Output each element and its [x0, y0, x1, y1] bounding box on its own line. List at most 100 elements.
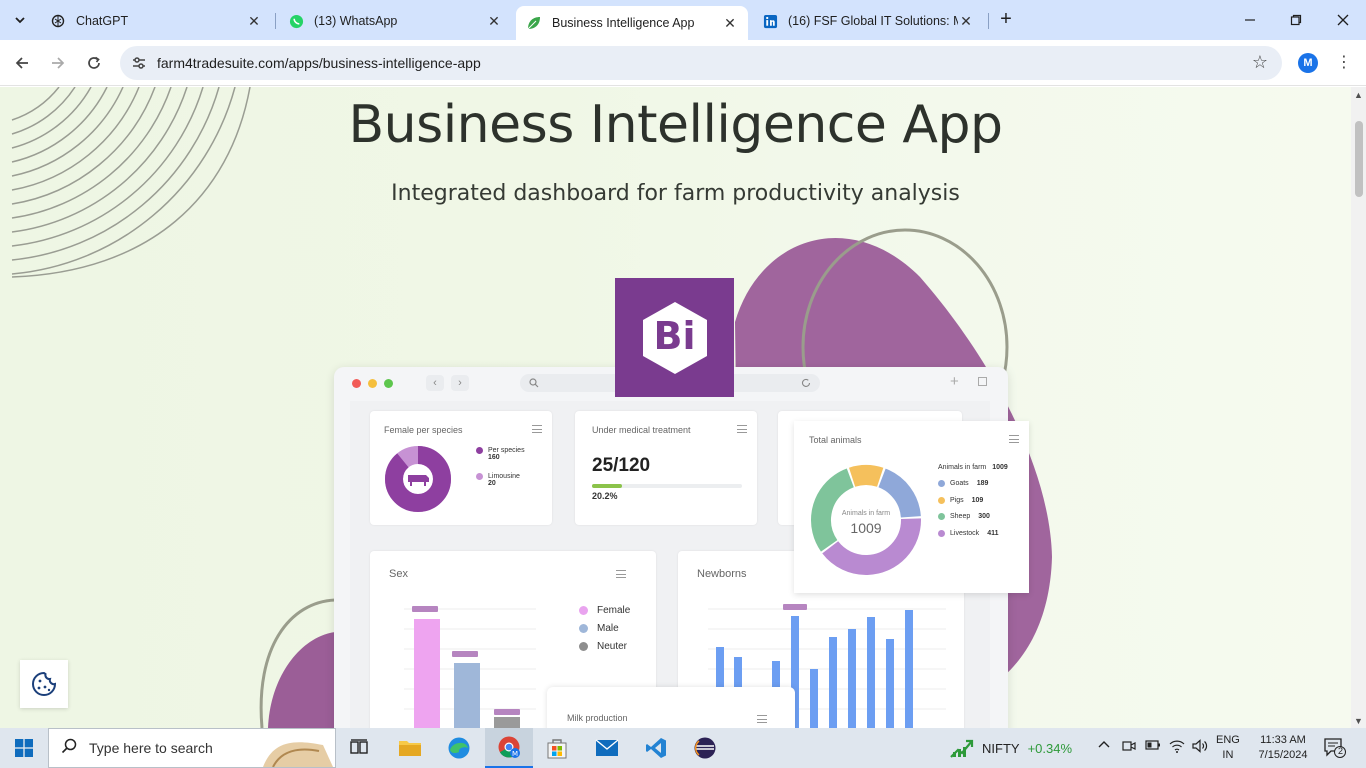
- scroll-thumb[interactable]: [1355, 121, 1363, 197]
- scroll-up-icon[interactable]: ▲: [1354, 90, 1363, 100]
- edge-button[interactable]: [435, 728, 483, 768]
- notification-center-button[interactable]: 2: [1324, 738, 1346, 758]
- edge-icon: [448, 737, 470, 759]
- card-title: Newborns: [697, 568, 747, 580]
- language-indicator[interactable]: ENG IN: [1216, 733, 1240, 763]
- tab-linkedin[interactable]: (16) FSF Global IT Solutions: My ✕: [752, 6, 984, 36]
- address-bar[interactable]: farm4tradesuite.com/apps/business-intell…: [120, 46, 1282, 80]
- profile-avatar[interactable]: M: [1298, 53, 1318, 73]
- browser-toolbar: farm4tradesuite.com/apps/business-intell…: [0, 40, 1366, 86]
- close-window-button[interactable]: [1333, 10, 1353, 30]
- scroll-down-icon[interactable]: ▼: [1354, 716, 1363, 726]
- url-text[interactable]: farm4tradesuite.com/apps/business-intell…: [157, 55, 481, 71]
- site-settings-icon[interactable]: [130, 54, 148, 72]
- file-explorer-button[interactable]: [386, 728, 434, 768]
- legend-swatch: [938, 496, 945, 504]
- tab-business-intelligence[interactable]: Business Intelligence App ✕: [516, 6, 748, 40]
- eclipse-icon: [694, 737, 716, 759]
- sex-bar-chart: [404, 606, 536, 728]
- bookmark-star-icon[interactable]: ☆: [1252, 52, 1268, 73]
- legend-label: Limousine: [488, 473, 520, 480]
- legend-value: 109: [971, 496, 984, 504]
- legend-value: 189: [976, 480, 989, 487]
- page-content: Business Intelligence App Integrated das…: [0, 87, 1351, 728]
- language-code: ENG: [1216, 734, 1240, 746]
- chevron-up-icon[interactable]: [1098, 739, 1110, 754]
- bar-male: [454, 663, 480, 728]
- arrow-right-icon: [52, 57, 65, 69]
- task-view-button[interactable]: [336, 728, 384, 768]
- ticker-change: +0.34%: [1027, 740, 1073, 756]
- battery-icon[interactable]: [1145, 739, 1161, 754]
- legend-label: Neuter: [597, 641, 628, 652]
- leaf-icon: [526, 15, 542, 31]
- page-scrollbar[interactable]: ▲ ▼: [1351, 87, 1366, 728]
- notification-count: 2: [1337, 746, 1343, 756]
- tab-label: (16) FSF Global IT Solutions: My: [788, 14, 958, 28]
- card-menu-icon: [737, 425, 747, 433]
- bar-neuter: [494, 717, 520, 728]
- forward-button[interactable]: [46, 51, 70, 75]
- whatsapp-icon: [288, 13, 304, 29]
- close-icon[interactable]: ✕: [958, 13, 974, 29]
- legend-swatch: [476, 473, 483, 480]
- search-placeholder: Type here to search: [89, 740, 213, 756]
- tooltip-chip: [494, 709, 520, 715]
- tab-chatgpt[interactable]: ChatGPT ✕: [40, 6, 272, 36]
- menu-kebab-icon[interactable]: ⋮: [1336, 52, 1352, 72]
- store-icon: [547, 739, 567, 759]
- stock-ticker[interactable]: NIFTY +0.34%: [950, 738, 1072, 758]
- cookie-icon: [32, 671, 57, 696]
- back-button[interactable]: [10, 51, 34, 75]
- treatment-progress: [592, 484, 742, 488]
- female-donut: [385, 446, 451, 512]
- wifi-icon[interactable]: [1169, 739, 1185, 756]
- total-legend-header: Animals in farm 1009: [938, 464, 1008, 471]
- card-title: Under medical treatment: [592, 425, 691, 435]
- cookie-settings-button[interactable]: [20, 660, 68, 708]
- vscode-button[interactable]: [632, 728, 680, 768]
- store-button[interactable]: [533, 728, 581, 768]
- mail-button[interactable]: [583, 728, 631, 768]
- tab-label: ChatGPT: [76, 14, 129, 28]
- start-button[interactable]: [0, 728, 48, 768]
- legend-swatch: [938, 480, 945, 487]
- restore-icon: [1290, 14, 1302, 26]
- legend-header-value: 1009: [992, 464, 1008, 471]
- chrome-button[interactable]: M: [485, 728, 533, 768]
- logo-text: Bi: [653, 314, 696, 358]
- legend-swatch: [476, 447, 483, 454]
- donut-center-value: 1009: [850, 520, 882, 536]
- vscode-icon: [646, 738, 666, 758]
- ticker-name: NIFTY: [982, 740, 1020, 756]
- tab-whatsapp[interactable]: (13) WhatsApp ✕: [278, 6, 512, 36]
- eclipse-button[interactable]: [681, 728, 729, 768]
- close-icon[interactable]: ✕: [246, 13, 262, 29]
- reload-button[interactable]: [82, 51, 106, 75]
- close-icon: [1337, 14, 1349, 26]
- total-legend-item: Livestock 411: [938, 529, 998, 537]
- folder-icon: [399, 741, 421, 756]
- legend-label: Per species: [488, 447, 525, 454]
- clock[interactable]: 11:33 AM 7/15/2024: [1254, 733, 1312, 763]
- search-icon: [529, 378, 539, 388]
- legend-swatch: [579, 642, 588, 651]
- windows-logo-icon: [15, 739, 33, 757]
- tab-label: (13) WhatsApp: [314, 14, 398, 28]
- legend-label: Sheep: [950, 513, 971, 520]
- progress-fill: [592, 484, 623, 488]
- search-highlight-illustration: [263, 742, 333, 767]
- treatment-count: 25/120: [592, 455, 651, 476]
- close-icon[interactable]: ✕: [722, 15, 738, 31]
- legend-label: Livestock: [950, 529, 980, 537]
- volume-icon[interactable]: [1192, 739, 1208, 756]
- meet-now-icon[interactable]: [1122, 739, 1136, 756]
- taskbar-search[interactable]: Type here to search: [48, 728, 336, 768]
- tab-search-button[interactable]: [8, 8, 32, 32]
- chrome-icon: M: [498, 736, 520, 758]
- minimize-button[interactable]: [1240, 10, 1260, 30]
- sex-legend-item: Male: [579, 623, 619, 634]
- restore-button[interactable]: [1286, 10, 1306, 30]
- new-tab-button[interactable]: +: [996, 9, 1016, 30]
- close-icon[interactable]: ✕: [486, 13, 502, 29]
